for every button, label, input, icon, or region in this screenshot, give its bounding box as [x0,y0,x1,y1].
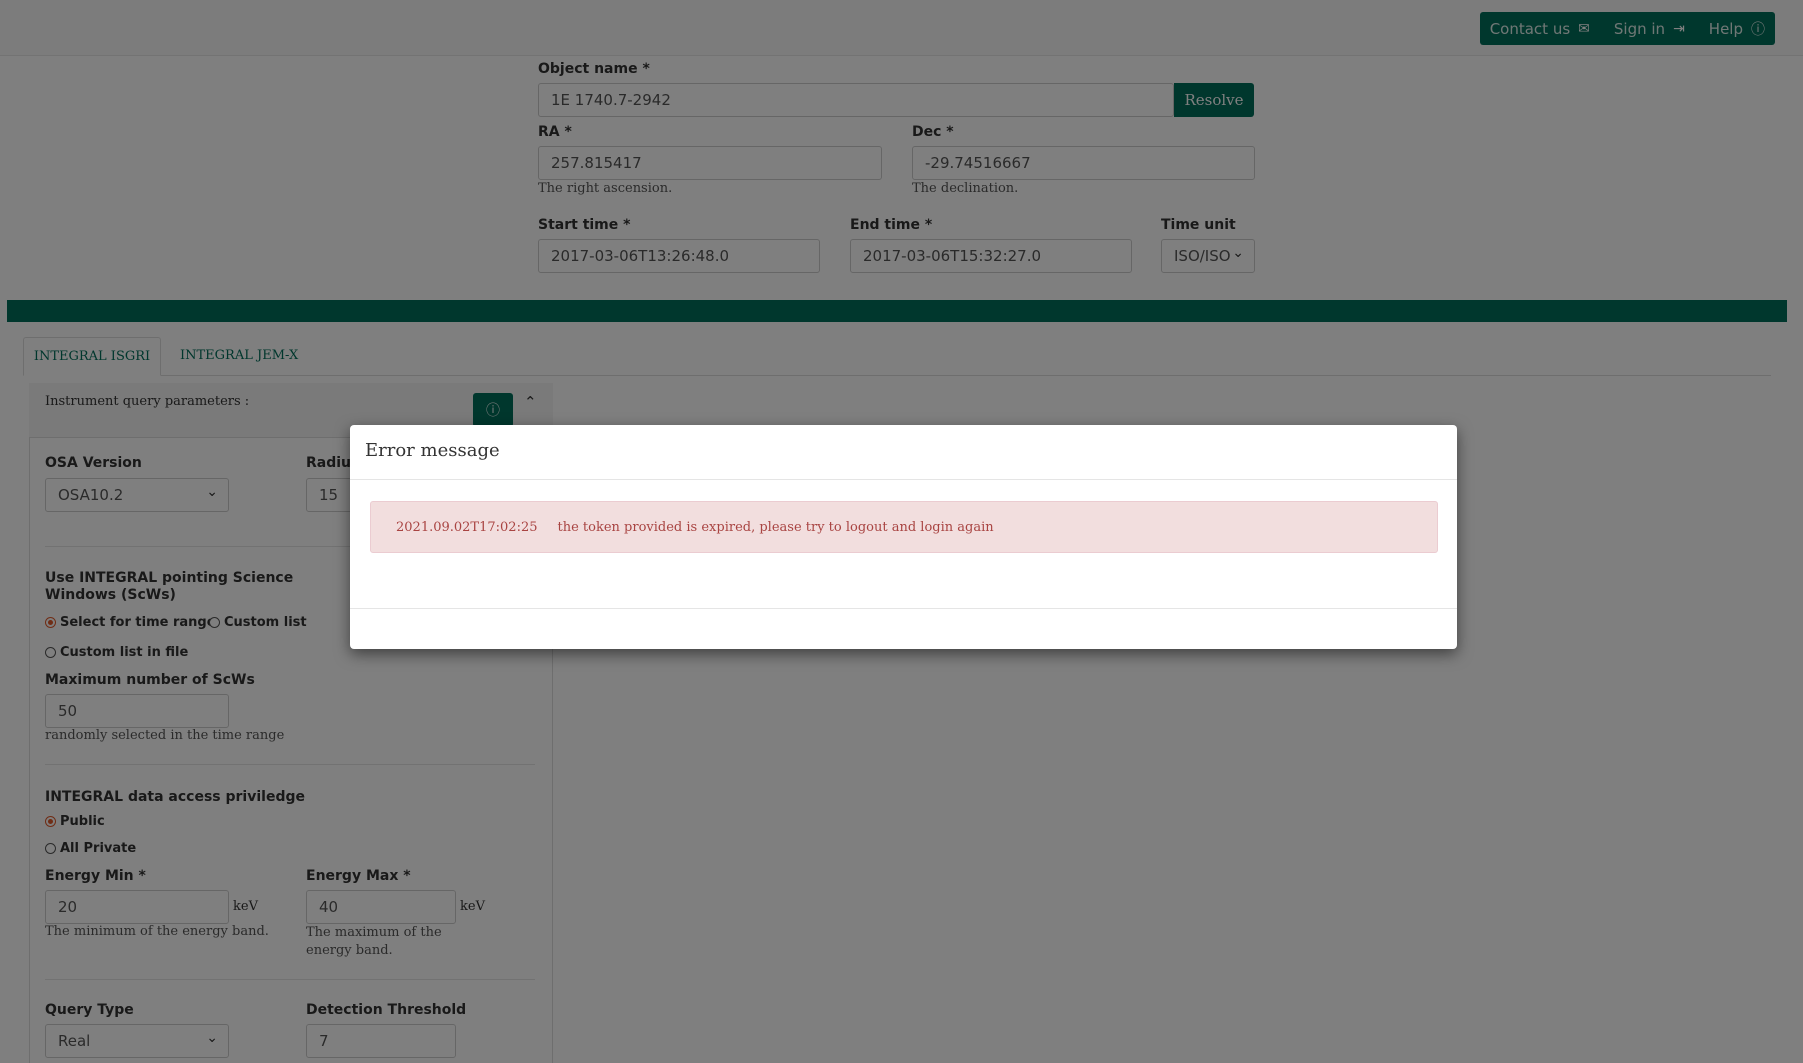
modal-title: Error message [365,440,500,461]
error-message: the token provided is expired, please tr… [557,519,994,535]
modal-footer-divider [350,608,1457,609]
error-timestamp: 2021.09.02T17:02:25 [396,519,538,535]
modal-header-divider [350,479,1457,480]
error-alert: 2021.09.02T17:02:25 the token provided i… [370,501,1438,553]
